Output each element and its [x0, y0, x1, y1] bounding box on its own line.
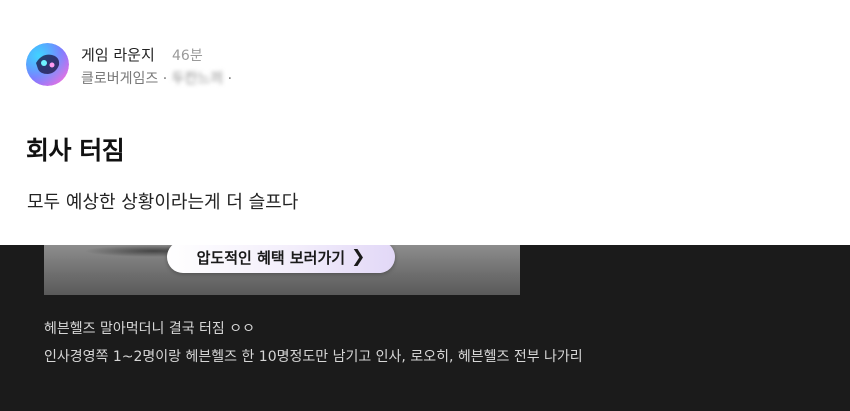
author-line[interactable]: 클로버게임즈 · 두칸느끼 ·: [81, 68, 232, 88]
post-header-section: 게임 라운지 46분 클로버게임즈 · 두칸느끼 · 회사 터짐 모두 예상한 …: [0, 0, 850, 245]
channel-avatar-icon[interactable]: [26, 43, 69, 86]
post-body: 모두 예상한 상황이라는게 더 슬프다: [27, 192, 299, 213]
author-separator: ·: [223, 71, 233, 87]
embedded-text-line-1: 헤븐헬즈 말아먹더니 결국 터짐 ㅇㅇ: [44, 321, 255, 337]
author-name-blurred: 두칸느끼: [171, 71, 224, 87]
embedded-text-line-2: 인사경영쪽 1~2명이랑 헤븐헬즈 한 10명정도만 남기고 인사, 로오히, …: [44, 349, 583, 365]
chevron-right-icon: ❯: [351, 247, 366, 267]
post-time-ago: 46분: [172, 48, 203, 64]
post-title: 회사 터짐: [26, 136, 125, 165]
banner-benefits-button[interactable]: 압도적인 혜택 보러가기 ❯: [167, 245, 395, 273]
embedded-screenshot: 압도적인 혜택 보러가기 ❯ 헤븐헬즈 말아먹더니 결국 터짐 ㅇㅇ 인사경영쪽…: [0, 245, 850, 411]
banner-button-label: 압도적인 혜택 보러가기: [196, 248, 346, 267]
ad-banner-image: 압도적인 혜택 보러가기 ❯: [44, 245, 520, 295]
author-company: 클로버게임즈 ·: [81, 71, 172, 87]
channel-name[interactable]: 게임 라운지: [81, 44, 155, 65]
